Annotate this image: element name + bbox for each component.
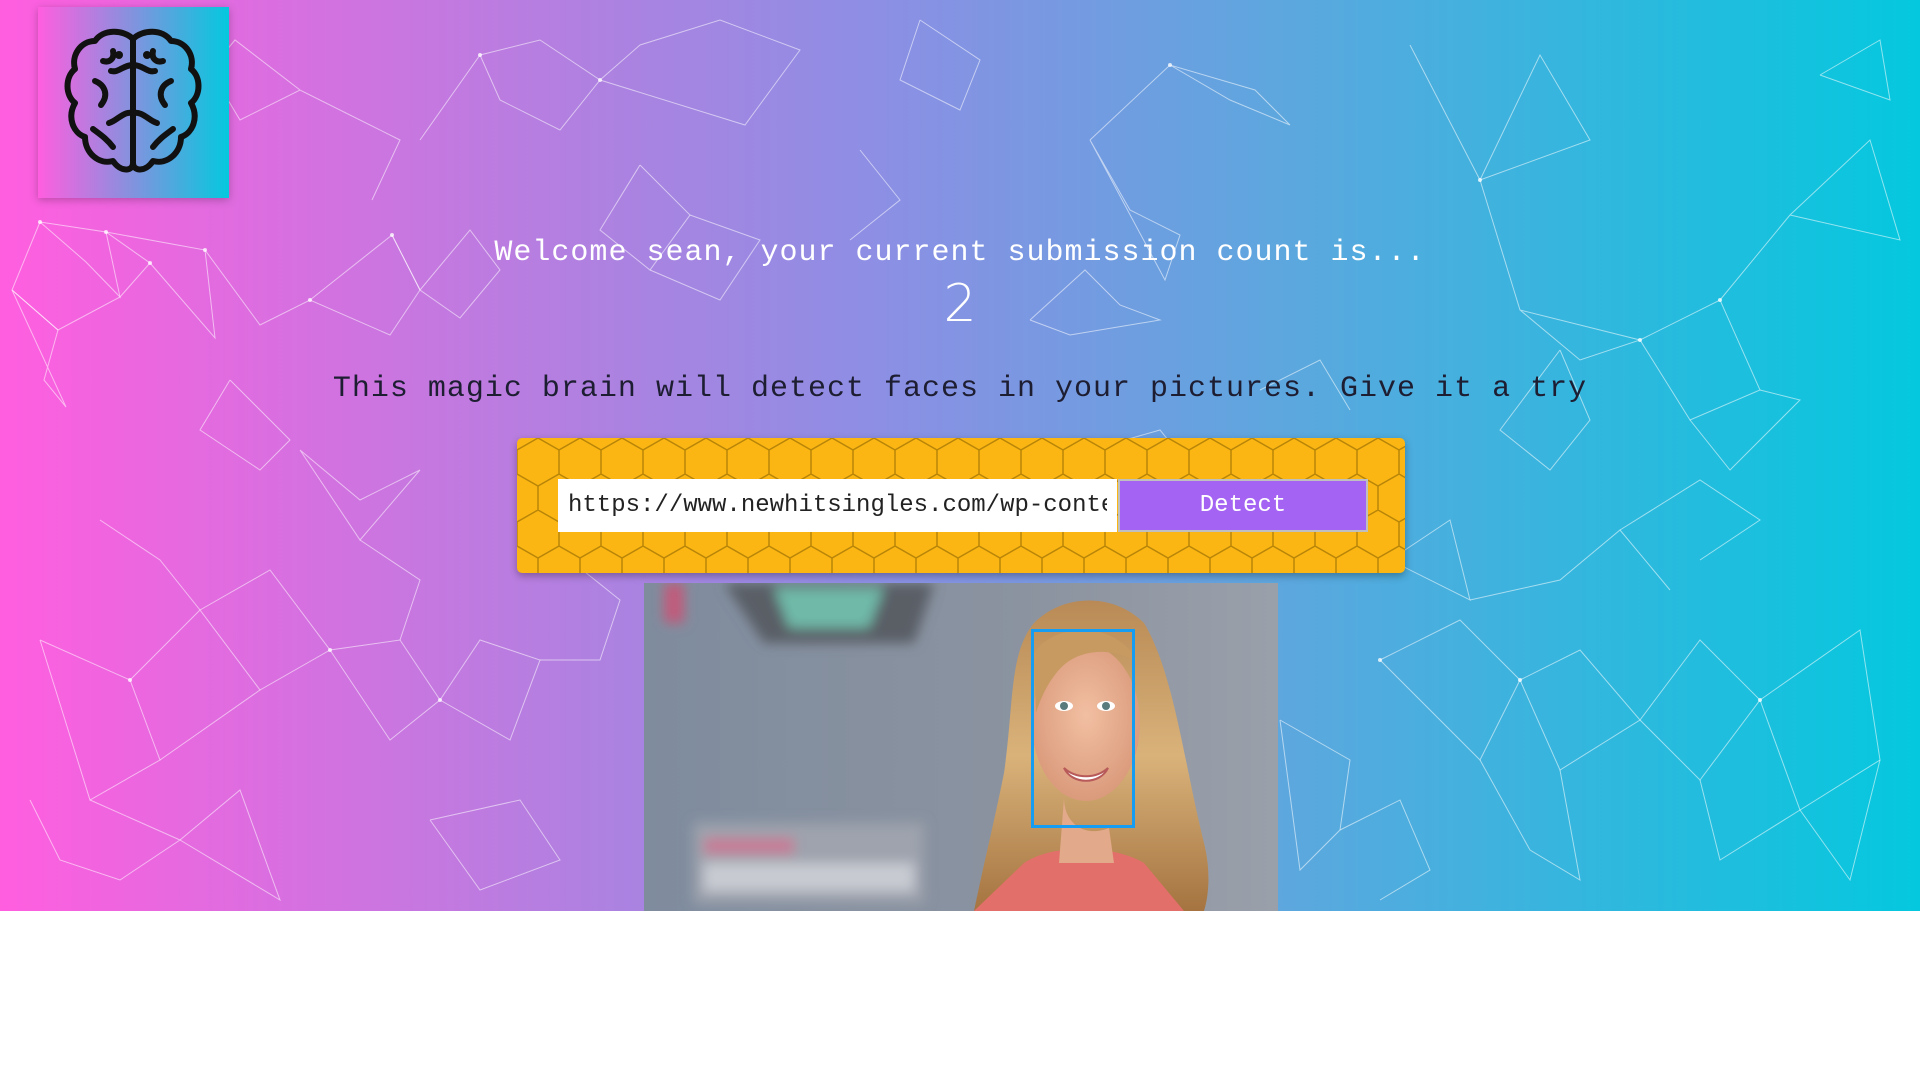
app-background: Welcome sean, your current submission co… [0,0,1920,911]
portrait-photo [644,583,1278,911]
tagline: This magic brain will detect faces in yo… [332,372,1588,406]
image-url-input[interactable] [558,479,1117,532]
logo-card[interactable] [38,7,229,198]
brain-icon [64,28,202,173]
face-bounding-box [1031,629,1135,828]
image-link-form: Detect [517,438,1405,573]
welcome-message: Welcome sean, your current submission co… [494,236,1426,270]
submission-count: 2 [943,274,977,334]
result-image [644,583,1278,911]
detect-button[interactable]: Detect [1118,479,1368,532]
